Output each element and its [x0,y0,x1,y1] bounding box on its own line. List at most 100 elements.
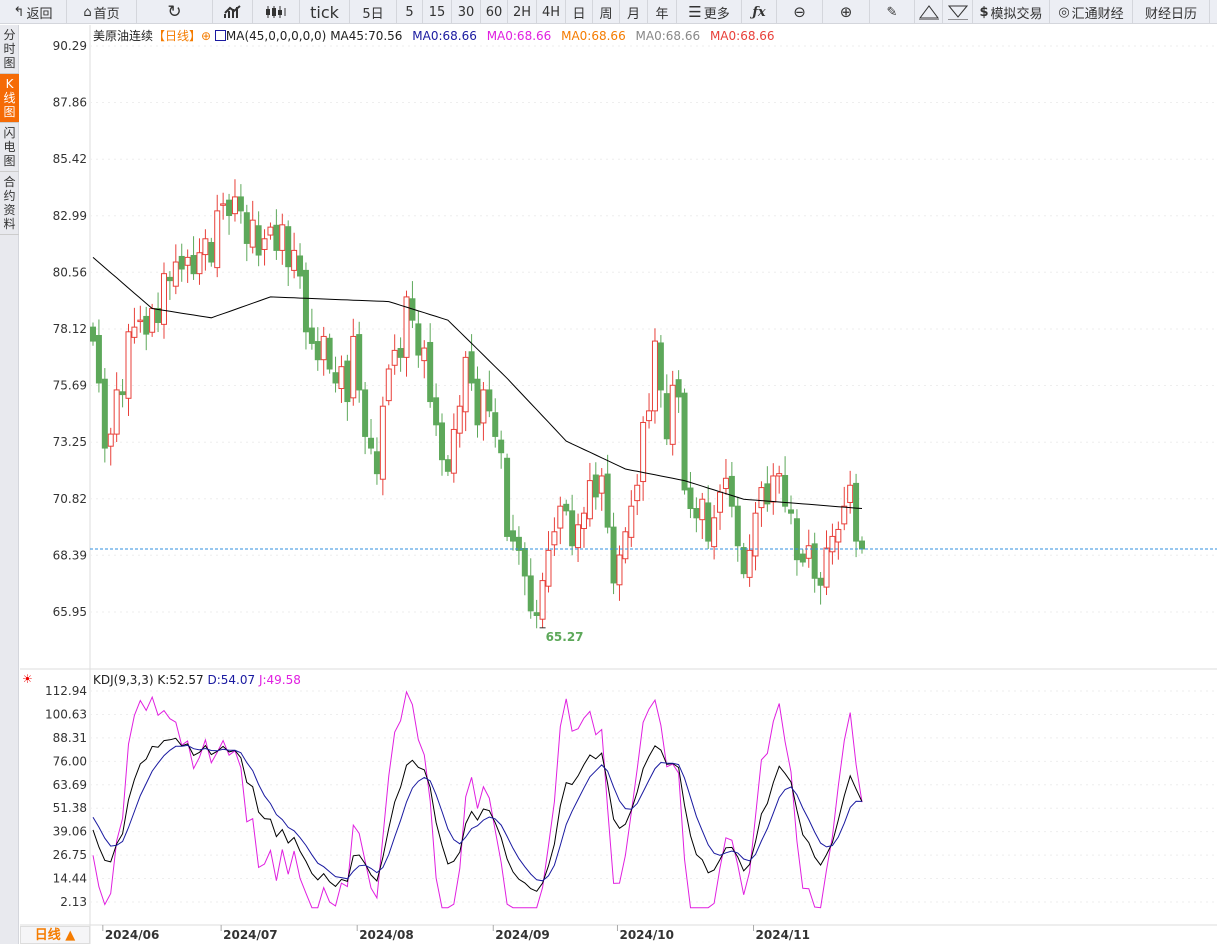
candle-body [758,487,765,509]
candle-body [699,498,706,521]
candle-body [746,549,753,578]
draw-button[interactable]: ✎ [870,0,915,24]
candle-body [332,372,339,384]
candle-body [728,475,735,507]
30min-button[interactable]: 30 [452,0,481,24]
kdj-j-line [92,690,863,909]
candle-body [119,391,126,396]
zoom-in-button[interactable]: ⊕ [823,0,870,24]
kdj-tick-label: 88.31 [53,731,87,745]
date-label: 2024/08 [359,928,413,942]
candle-body [563,503,570,512]
candle-style-button[interactable] [253,0,300,24]
kdj-tick-label: 63.69 [53,778,87,792]
sidebar-tab-contract-info[interactable]: 合约资料 [0,172,19,235]
candle-body [817,577,824,586]
kdj-tick-label: 100.63 [45,707,87,721]
indicator-chart-button[interactable] [213,0,253,24]
sidebar-tab-kline[interactable]: K线图 [0,74,19,123]
triangle-down-button[interactable] [943,0,973,24]
candle-body [604,473,611,528]
kdj-tick-label: 76.00 [53,754,87,768]
date-label: 2024/07 [223,928,277,942]
refresh-button[interactable]: ↻ [137,0,213,24]
kdj-k-line [92,737,863,892]
candle-body [308,327,315,344]
period-selector-tab[interactable]: 日线 ▲ [20,926,90,944]
candle-body [545,549,552,587]
candle-body [835,528,842,543]
candle-body [752,512,759,557]
formula-button[interactable]: ƒx [742,0,777,24]
refresh-icon: ↻ [167,2,182,22]
candle-body [788,509,795,514]
candle-body [569,510,576,547]
candle-body [687,487,694,510]
candle-body [616,554,623,586]
candle-body [107,433,114,447]
candle-body [740,547,747,575]
candle-body [214,210,221,269]
year-button[interactable]: 年 [648,0,677,24]
candle-body [208,241,215,263]
triangle-up-button[interactable] [915,0,943,24]
month-button[interactable]: 月 [620,0,648,24]
15min-button[interactable]: 15 [423,0,452,24]
candle-body [155,308,162,323]
candle-body [113,389,120,435]
candle-body [302,269,309,333]
chart-type-sidebar: 分时图 K线图 闪电图 合约资料 [0,25,19,944]
candle-body [805,545,812,559]
5min-button[interactable]: 5 [397,0,423,24]
more-button[interactable]: ☰ 更多 [677,0,742,24]
candle-body [533,612,540,616]
candle-body [717,491,724,513]
huitong-button[interactable]: ◎ 汇通财经 [1050,0,1133,24]
candle-body [468,351,475,384]
candle-body [439,422,446,461]
calendar-button[interactable]: 财经日历 [1133,0,1210,24]
candle-body [492,412,499,437]
dollar-icon: $ [979,4,989,20]
candle-body [663,393,670,440]
5day-button[interactable]: 5日 [350,0,397,24]
60min-button[interactable]: 60 [481,0,508,24]
day-button[interactable]: 日 [566,0,593,24]
candle-body [255,225,262,256]
candle-body [297,255,304,277]
menu-icon: ☰ [688,3,702,21]
candle-body [125,331,132,399]
week-button[interactable]: 周 [593,0,620,24]
candle-body [859,540,865,550]
sidebar-tab-flash[interactable]: 闪电图 [0,123,19,172]
sidebar-tab-label: 闪电图 [3,126,16,168]
sim-trade-button[interactable]: $ 模拟交易 [973,0,1050,24]
zoom-out-button[interactable]: ⊖ [777,0,823,24]
candle-body [427,341,434,403]
4h-button[interactable]: 4H [537,0,566,24]
candle-body [237,196,244,212]
kdj-d-line [92,744,863,882]
candle-body [350,335,357,399]
candle-body [314,341,321,361]
candle-body [285,226,292,268]
tick-button[interactable]: tick [300,0,350,24]
candle-body [456,405,463,434]
2h-button[interactable]: 2H [508,0,537,24]
candle-body [101,378,108,449]
candle-body [320,335,327,361]
candle-body [669,384,676,445]
sidebar-tab-timeshare[interactable]: 分时图 [0,25,19,74]
candle-body [634,484,641,502]
candle-body [184,256,191,266]
candle-body [137,319,144,323]
candle-body [368,437,375,449]
candle-body [391,349,398,366]
price-tick-label: 87.86 [53,96,87,110]
candle-body [90,326,96,342]
candle-body [261,238,268,250]
candle-body [628,505,635,538]
kline-chart[interactable]: 90.29 87.86 85.42 82.99 80.56 78.12 75.69 73.25… [20,25,1217,944]
home-button[interactable]: ⌂ 首页 [67,0,137,24]
back-button[interactable]: ↰ 返回 [0,0,67,24]
